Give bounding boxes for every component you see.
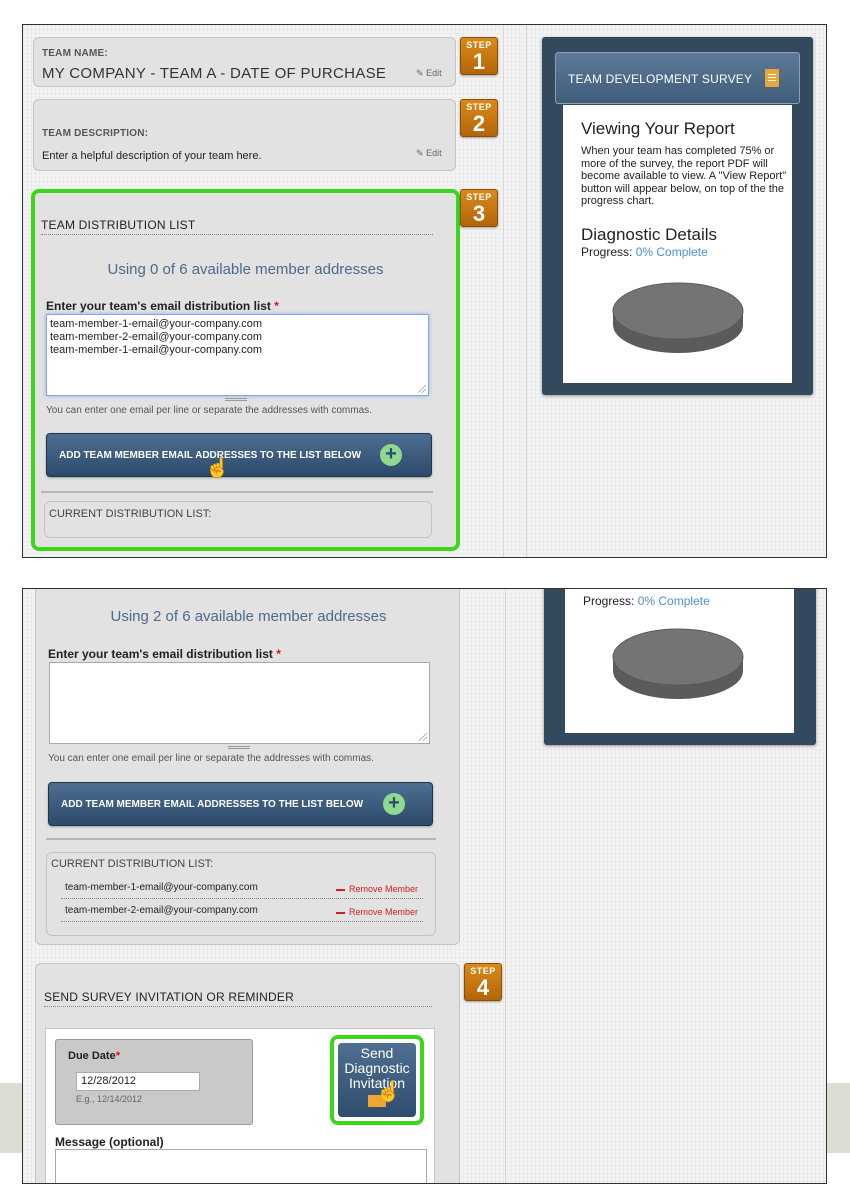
edit-label: Edit — [426, 68, 442, 78]
screenshot-top: TEAM NAME: MY COMPANY - TEAM A - DATE OF… — [22, 24, 827, 558]
current-list-label: CURRENT DISTRIBUTION LIST: — [49, 508, 212, 520]
team-description-card: TEAM DESCRIPTION: Enter a helpful descri… — [33, 99, 456, 171]
pencil-icon: ✎ — [416, 148, 424, 158]
member-email: team-member-1-email@your-company.com — [65, 882, 258, 893]
survey-header-title: TEAM DEVELOPMENT SURVEY — [568, 72, 753, 86]
email-hint: You can enter one email per line or sepa… — [48, 753, 374, 764]
step-number: 2 — [472, 111, 486, 136]
email-list-label-text: Enter your team's email distribution lis… — [48, 647, 273, 661]
required-marker: * — [274, 299, 279, 313]
viewing-report-title: Viewing Your Report — [581, 119, 735, 138]
using-addresses-text: Using 2 of 6 available member addresses — [110, 608, 387, 625]
send-button-line: Diagnostic — [344, 1060, 410, 1076]
survey-header: TEAM DEVELOPMENT SURVEY — [555, 52, 800, 104]
section-divider — [41, 491, 433, 493]
survey-panel: TEAM DEVELOPMENT SURVEY Viewing Your Rep… — [542, 37, 813, 395]
survey-panel: Progress: 0% Complete — [544, 589, 816, 745]
current-list-label: CURRENT DISTRIBUTION LIST: — [51, 858, 214, 870]
progress-row: Progress: 0% Complete — [581, 246, 708, 259]
email-list-label: Enter your team's email distribution lis… — [48, 647, 281, 661]
step-2-badge: STEP 2 — [460, 99, 498, 137]
document-icon — [765, 69, 779, 87]
survey-body: Progress: 0% Complete — [565, 589, 794, 733]
add-members-button-label: ADD TEAM MEMBER EMAIL ADDRESSES TO THE L… — [61, 799, 364, 810]
column-divider — [505, 589, 506, 1183]
step-number: 4 — [476, 975, 490, 1000]
current-list-box: CURRENT DISTRIBUTION LIST: — [44, 501, 432, 538]
email-list-label-text: Enter your team's email distribution lis… — [46, 299, 271, 313]
progress-label: Progress: — [583, 594, 635, 608]
section-divider — [46, 838, 436, 840]
current-list-box: CURRENT DISTRIBUTION LIST: team-member-1… — [46, 852, 436, 936]
email-line: team-member-1-email@your-company.com — [50, 344, 263, 356]
step-3-badge: STEP 3 — [460, 189, 498, 227]
hand-cursor-icon: ☝ — [376, 1081, 401, 1103]
progress-pie-chart — [612, 628, 744, 699]
due-date-input[interactable]: 12/28/2012 — [76, 1072, 200, 1091]
pencil-icon: ✎ — [416, 68, 424, 78]
add-members-button[interactable]: ADD TEAM MEMBER EMAIL ADDRESSES TO THE L… — [48, 782, 433, 826]
required-marker: * — [276, 647, 281, 661]
step-number: 1 — [472, 49, 486, 74]
survey-body: Viewing Your Report When your team has c… — [563, 105, 792, 383]
due-date-example: E.g., 12/14/2012 — [76, 1094, 143, 1104]
progress-value: 0% Complete — [637, 594, 710, 608]
team-description-label: TEAM DESCRIPTION: — [42, 128, 149, 139]
message-textarea[interactable] — [55, 1149, 427, 1183]
edit-label: Edit — [426, 148, 442, 158]
email-list-textarea[interactable] — [49, 662, 430, 744]
step-number: 3 — [472, 201, 486, 226]
email-line: team-member-1-email@your-company.com — [50, 318, 263, 330]
required-marker: * — [115, 1050, 120, 1062]
team-name-label: TEAM NAME: — [42, 48, 108, 59]
plus-icon: + — [380, 444, 402, 466]
email-line: team-member-2-email@your-company.com — [50, 331, 263, 343]
send-invitation-title: SEND SURVEY INVITATION OR REMINDER — [44, 990, 432, 1007]
team-description-value: Enter a helpful description of your team… — [42, 150, 262, 162]
plus-icon: + — [383, 793, 405, 815]
add-members-button[interactable]: ADD TEAM MEMBER EMAIL ADDRESSES TO THE L… — [46, 433, 432, 477]
column-divider — [503, 25, 504, 557]
email-list-textarea[interactable]: team-member-1-email@your-company.com tea… — [46, 314, 429, 396]
resize-grip-icon[interactable] — [419, 733, 427, 741]
distribution-list-card: TEAM DISTRIBUTION LIST Using 0 of 6 avai… — [31, 189, 460, 551]
progress-label: Progress: — [581, 245, 633, 259]
member-email: team-member-2-email@your-company.com — [65, 905, 258, 916]
progress-row: Progress: 0% Complete — [583, 595, 710, 608]
distribution-title: TEAM DISTRIBUTION LIST — [41, 218, 433, 235]
textarea-drag-handle[interactable] — [228, 746, 250, 749]
screenshot-bottom: Using 2 of 6 available member addresses … — [22, 588, 827, 1184]
message-label: Message (optional) — [55, 1135, 164, 1149]
column-divider — [526, 25, 527, 557]
list-item: team-member-1-email@your-company.com Rem… — [61, 879, 423, 899]
using-addresses-text: Using 0 of 6 available member addresses — [107, 261, 384, 278]
send-invitation-card: SEND SURVEY INVITATION OR REMINDER Due D… — [35, 963, 460, 1183]
email-hint: You can enter one email per line or sepa… — [46, 405, 372, 416]
team-description-edit-link[interactable]: ✎ Edit — [416, 148, 442, 159]
resize-grip-icon[interactable] — [418, 385, 426, 393]
due-date-label: Due Date* — [68, 1050, 120, 1062]
textarea-drag-handle[interactable] — [225, 398, 247, 401]
list-item: team-member-2-email@your-company.com Rem… — [61, 902, 423, 922]
send-form-panel: Due Date* 12/28/2012 E.g., 12/14/2012 Se… — [45, 1028, 435, 1183]
hand-cursor-icon: ☝ — [205, 457, 230, 479]
team-name-edit-link[interactable]: ✎ Edit — [416, 68, 442, 79]
diagnostic-details-title: Diagnostic Details — [581, 225, 718, 244]
remove-member-link[interactable]: Remove Member — [336, 907, 418, 917]
due-date-label-text: Due Date — [68, 1050, 116, 1062]
progress-pie-chart — [612, 282, 744, 353]
remove-member-link[interactable]: Remove Member — [336, 884, 418, 894]
team-name-card: TEAM NAME: MY COMPANY - TEAM A - DATE OF… — [33, 37, 456, 87]
team-name-value: MY COMPANY - TEAM A - DATE OF PURCHASE — [42, 65, 387, 82]
distribution-list-card: Using 2 of 6 available member addresses … — [35, 589, 460, 945]
send-button-line: Send — [360, 1045, 394, 1061]
progress-value: 0% Complete — [635, 245, 708, 259]
step-4-badge: STEP 4 — [464, 963, 502, 1001]
viewing-report-text: When your team has completed 75% or more… — [581, 145, 787, 207]
step-1-badge: STEP 1 — [460, 37, 498, 75]
email-list-label: Enter your team's email distribution lis… — [46, 299, 279, 313]
due-date-box: Due Date* 12/28/2012 E.g., 12/14/2012 — [55, 1039, 253, 1125]
